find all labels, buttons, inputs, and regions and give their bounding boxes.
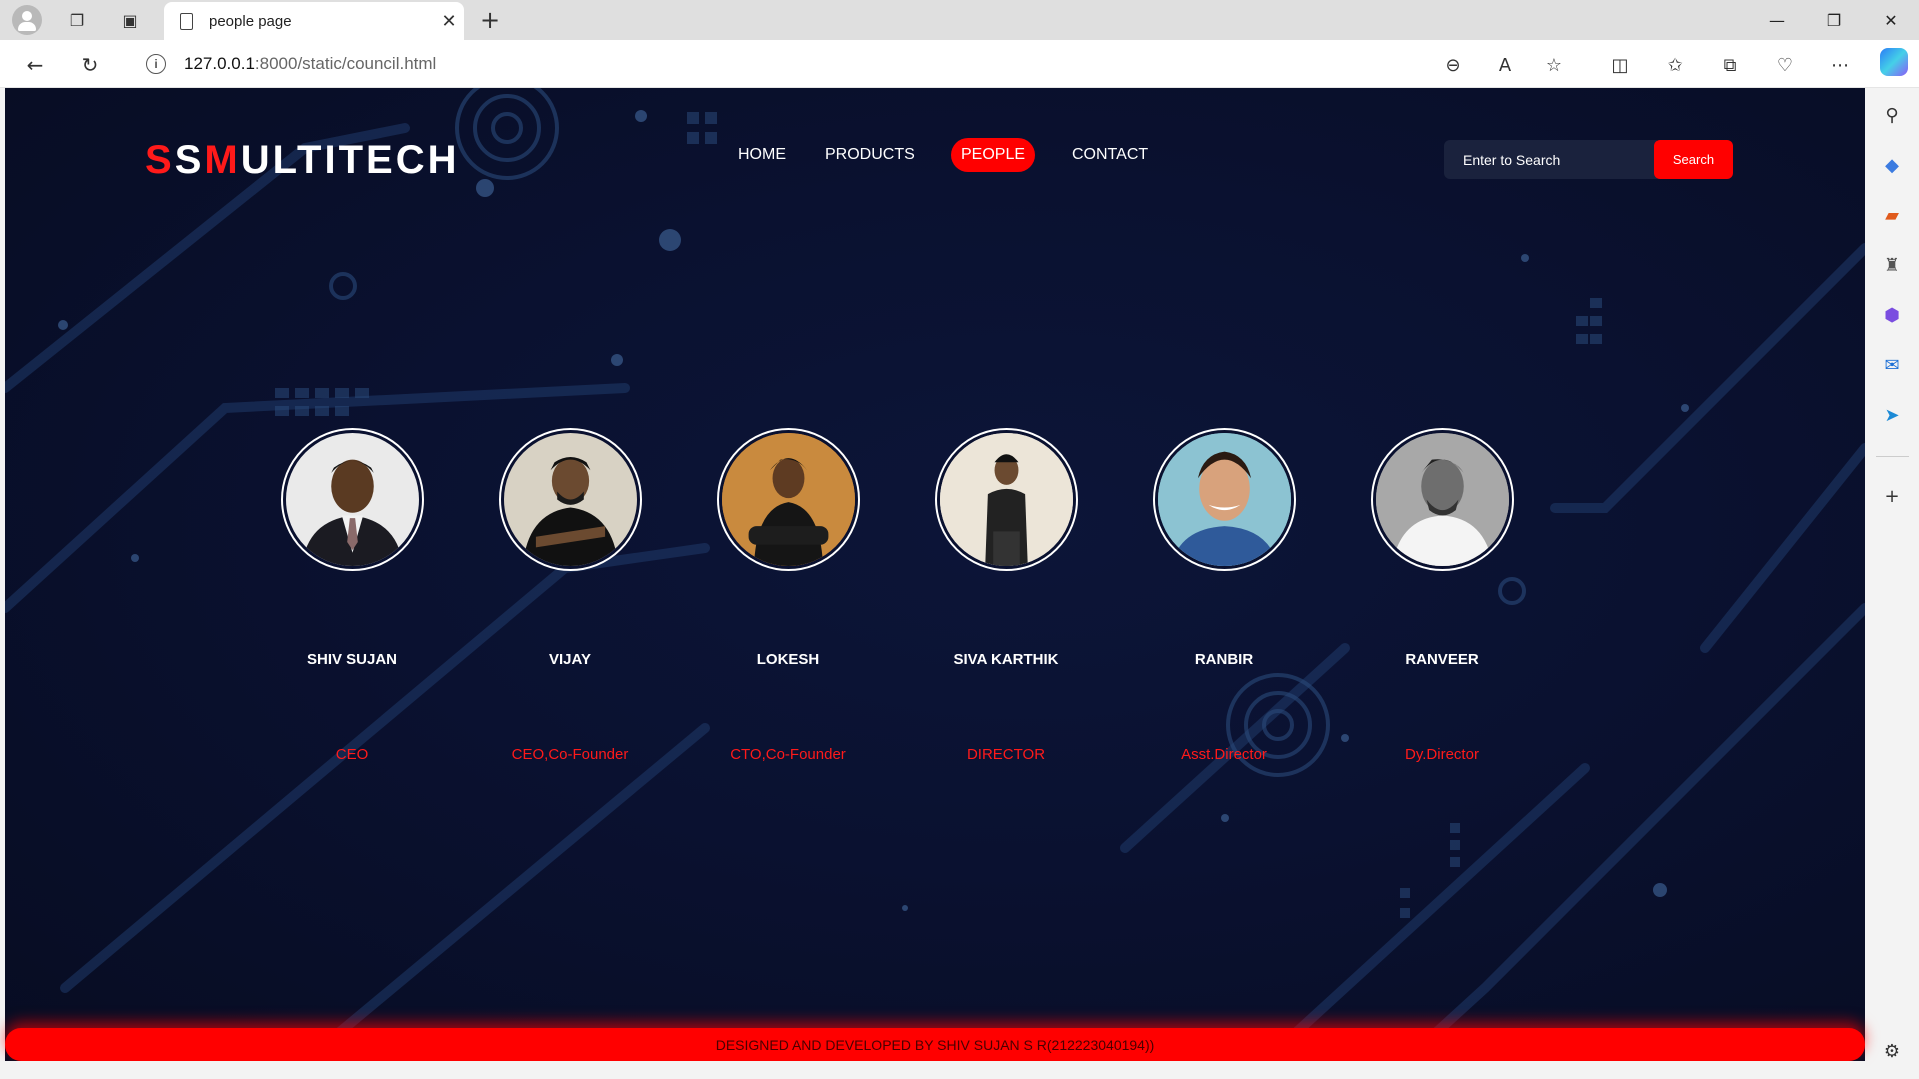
workspaces-icon[interactable]: ❐ <box>63 6 91 34</box>
url-path: :8000/static/council.html <box>254 54 437 73</box>
avatar <box>1370 428 1514 571</box>
nav-contact[interactable]: CONTACT <box>1072 138 1148 172</box>
copilot-icon[interactable] <box>1880 48 1908 76</box>
search-icon[interactable]: ⚲ <box>1878 101 1906 129</box>
person-card: LOKESH CTO,Co-Founder <box>678 428 898 763</box>
logo-letter-3: M <box>204 138 241 182</box>
person-name: RANVEER <box>1405 651 1479 668</box>
add-icon[interactable]: + <box>1878 482 1906 510</box>
person-card: RANBIR Asst.Director <box>1114 428 1334 763</box>
nav-people[interactable]: PEOPLE <box>951 138 1036 172</box>
browser-tab[interactable]: people page ✕ <box>164 2 464 40</box>
zoom-out-icon[interactable]: ⊖ <box>1438 50 1468 80</box>
sidebar-divider <box>1876 456 1909 457</box>
person-name: SHIV SUJAN <box>306 651 398 668</box>
logo-letter-1: S <box>145 138 175 182</box>
tools-icon[interactable]: ▰ <box>1878 201 1906 229</box>
outlook-icon[interactable]: ✉ <box>1878 351 1906 379</box>
nav-home[interactable]: HOME <box>738 138 786 172</box>
person-name: RANBIR <box>1194 651 1254 668</box>
avatar <box>1152 428 1296 571</box>
read-aloud-icon[interactable]: A <box>1490 50 1520 80</box>
settings-gear-icon[interactable]: ⚙ <box>1878 1037 1906 1065</box>
shopping-tag-icon[interactable]: ◆ <box>1878 151 1906 179</box>
page-viewport: SSMULTITECH HOME PRODUCTS PEOPLE CONTACT… <box>5 88 1865 1061</box>
favorite-star-icon[interactable]: ☆ <box>1539 50 1569 80</box>
person-role: Asst.Director <box>1181 746 1267 763</box>
close-tab-icon[interactable]: ✕ <box>434 11 464 32</box>
nav-products[interactable]: PRODUCTS <box>825 138 915 172</box>
person-name: LOKESH <box>756 651 820 668</box>
site-footer: DESIGNED AND DEVELOPED BY SHIV SUJAN S R… <box>5 1028 1865 1061</box>
person-role: DIRECTOR <box>966 746 1046 763</box>
person-role: Dy.Director <box>1405 746 1479 763</box>
avatar <box>934 428 1078 571</box>
back-icon[interactable]: ← <box>20 50 50 80</box>
restore-icon[interactable]: ❐ <box>1806 0 1862 40</box>
browser-tab-strip: ❐ ▣ people page ✕ + — ❐ ✕ <box>0 0 1919 40</box>
avatar <box>498 428 642 571</box>
person-name: VIJAY <box>549 651 591 668</box>
microsoft-365-icon[interactable]: ⬢ <box>1878 301 1906 329</box>
person-name: SIVA KARTHIK <box>953 651 1059 668</box>
avatar <box>280 428 424 571</box>
person-card: VIJAY CEO,Co-Founder <box>460 428 680 763</box>
address-toolbar: ← ↻ i 127.0.0.1:8000/static/council.html… <box>0 40 1919 88</box>
url-host: 127.0.0.1 <box>184 54 255 73</box>
avatar <box>716 428 860 571</box>
page-icon <box>180 12 193 30</box>
profile-icon[interactable] <box>12 5 42 35</box>
window-bottom-edge <box>0 1061 1866 1079</box>
more-options-icon[interactable]: ⋯ <box>1825 50 1855 80</box>
browser-essentials-icon[interactable]: ♡ <box>1770 50 1800 80</box>
favorites-icon[interactable]: ✩ <box>1660 50 1690 80</box>
person-role: CEO <box>335 746 369 763</box>
logo-letter-rest: ULTITECH <box>240 138 460 182</box>
person-card: SHIV SUJAN CEO <box>242 428 462 763</box>
minimize-icon[interactable]: — <box>1749 0 1805 40</box>
search-field <box>1444 140 1657 179</box>
search-input[interactable] <box>1463 151 1643 168</box>
tab-title: people page <box>209 12 292 30</box>
games-icon[interactable]: ♜ <box>1878 251 1906 279</box>
tab-actions-icon[interactable]: ▣ <box>116 6 144 34</box>
split-screen-icon[interactable]: ◫ <box>1605 50 1635 80</box>
person-role: CTO,Co-Founder <box>730 746 846 763</box>
collections-icon[interactable]: ⧉ <box>1715 50 1745 80</box>
address-bar[interactable]: i 127.0.0.1:8000/static/council.html <box>126 44 1586 84</box>
site-logo[interactable]: SSMULTITECH <box>145 138 460 183</box>
site-info-icon[interactable]: i <box>146 54 166 74</box>
person-role: CEO,Co-Founder <box>511 746 629 763</box>
edge-sidebar: ⚲ ◆ ▰ ♜ ⬢ ✉ ➤ + ⚙ <box>1866 88 1919 1079</box>
close-window-icon[interactable]: ✕ <box>1863 0 1919 40</box>
search-button[interactable]: Search <box>1654 140 1733 179</box>
logo-letter-2: S <box>174 138 205 182</box>
refresh-icon[interactable]: ↻ <box>75 50 105 80</box>
person-card: RANVEER Dy.Director <box>1332 428 1552 763</box>
send-icon[interactable]: ➤ <box>1878 401 1906 429</box>
new-tab-icon[interactable]: + <box>476 6 504 34</box>
person-card: SIVA KARTHIK DIRECTOR <box>896 428 1116 763</box>
